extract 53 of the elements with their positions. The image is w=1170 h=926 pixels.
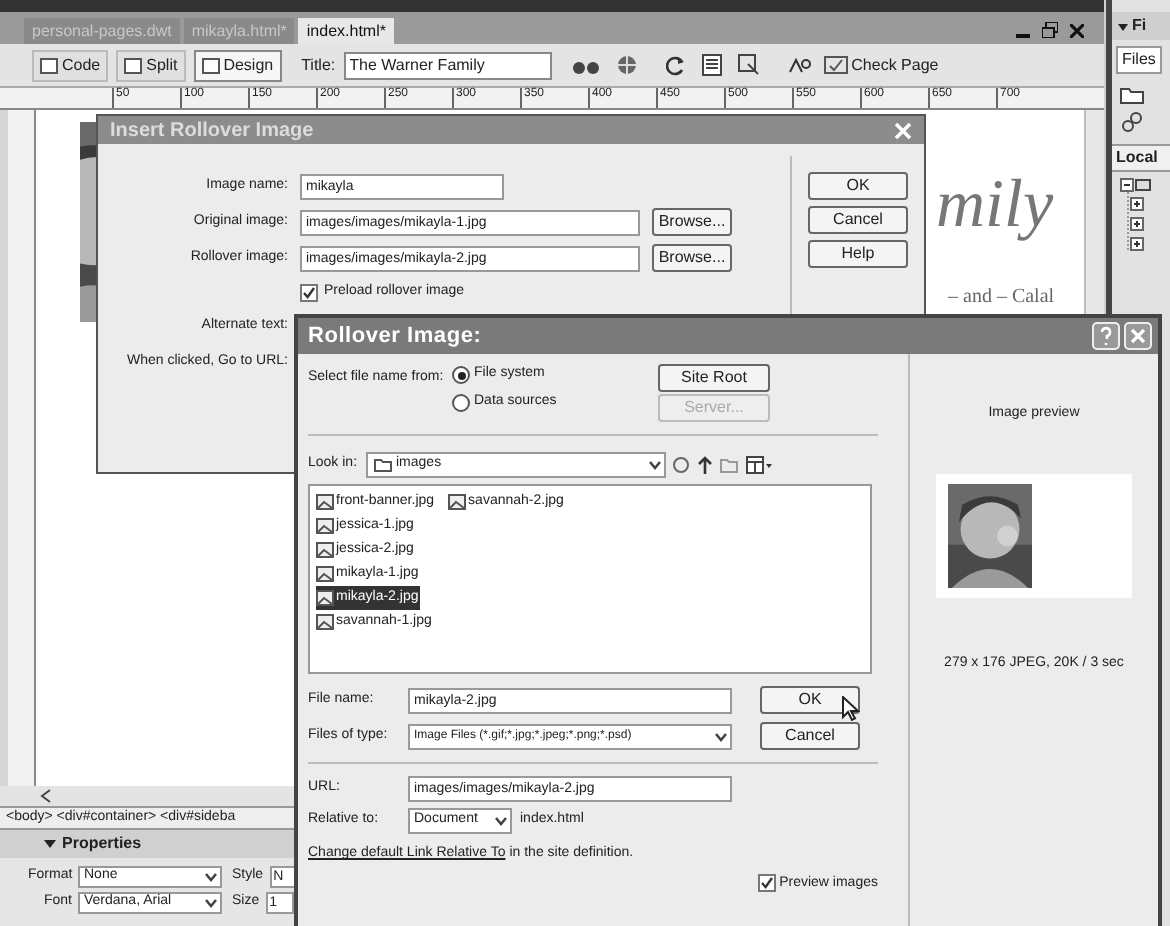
dialog-button[interactable]: OK (808, 172, 908, 200)
connect-icon[interactable] (1122, 112, 1142, 132)
view-icon (124, 57, 143, 73)
ok-button[interactable]: OK (760, 686, 860, 714)
close-icon[interactable] (1070, 23, 1084, 37)
help-icon[interactable] (1092, 322, 1120, 350)
properties-title[interactable]: Properties (62, 832, 142, 856)
page-subtitle-text: – and – Calal (948, 284, 1055, 312)
cancel-button[interactable]: Cancel (760, 722, 860, 750)
view-button[interactable]: Code (32, 49, 109, 81)
view-icon (201, 57, 220, 73)
page-heading-text: mily (936, 166, 1054, 246)
scroll-left-icon[interactable] (40, 788, 52, 804)
browse-button[interactable]: Browse... (652, 208, 732, 236)
image-file-icon (316, 542, 334, 558)
dialog-button[interactable]: Cancel (808, 206, 908, 234)
folder-icon[interactable] (1120, 86, 1144, 104)
title-field[interactable]: The Warner Family (343, 51, 552, 79)
view-icon (40, 57, 58, 73)
view-menu-icon[interactable] (746, 455, 772, 475)
document-tab[interactable]: index.html* (298, 18, 394, 44)
collapse-arrow-icon[interactable] (1118, 21, 1128, 31)
collapse-arrow-icon[interactable] (44, 838, 56, 850)
check-icon (823, 56, 848, 74)
browse-button[interactable]: Browse... (652, 244, 732, 272)
image-file-icon (316, 494, 334, 510)
image-file-icon (448, 494, 467, 510)
checkbox[interactable] (300, 283, 318, 301)
image-file-icon (316, 614, 334, 630)
image-file-icon (316, 518, 334, 534)
image-file-icon (316, 566, 334, 582)
site-root-button[interactable]: Site Root (658, 364, 770, 392)
radio-button[interactable] (452, 366, 470, 384)
restore-icon[interactable] (1042, 22, 1058, 38)
layout-icon[interactable] (737, 54, 760, 76)
view-button[interactable]: Split (116, 49, 186, 81)
local-header[interactable]: Local (1112, 144, 1170, 172)
view-button[interactable]: Design (193, 49, 282, 81)
dialog-title: Rollover Image: (308, 321, 482, 352)
globe-icon[interactable] (615, 54, 638, 76)
title-label: Title: (301, 53, 336, 77)
image-file-icon (316, 590, 334, 606)
mouse-cursor-icon (842, 696, 860, 722)
folder-icon (374, 458, 392, 472)
dialog-title: Insert Rollover Image (110, 117, 314, 145)
check-page-button[interactable]: Check Page (823, 53, 939, 77)
document-icon[interactable] (701, 54, 722, 76)
refresh-icon[interactable] (665, 55, 686, 75)
files-tab[interactable]: Files (1116, 46, 1162, 74)
dialog-button[interactable]: Help (808, 240, 908, 268)
checkbox[interactable] (757, 874, 776, 893)
radio-button[interactable] (452, 394, 470, 412)
up-folder-icon[interactable] (696, 455, 714, 475)
